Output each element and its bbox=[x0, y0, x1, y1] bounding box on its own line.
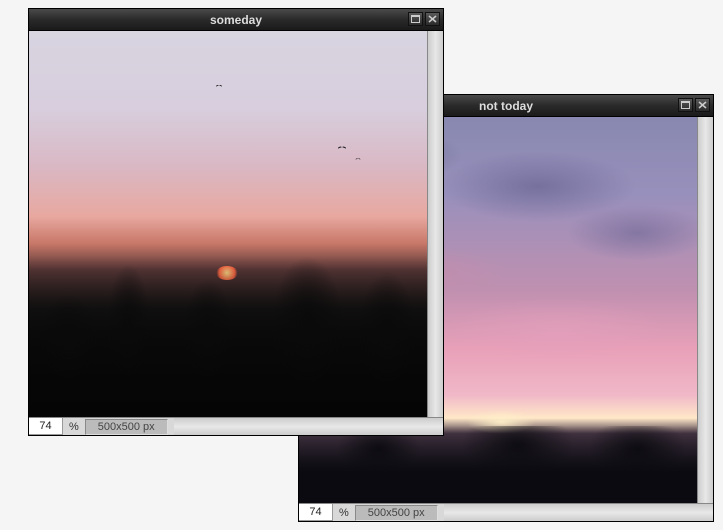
horizontal-scrollbar[interactable] bbox=[174, 418, 443, 435]
zoom-unit: % bbox=[63, 421, 85, 433]
window-controls bbox=[678, 98, 710, 112]
window-someday[interactable]: someday 74 % 500x500 px bbox=[28, 8, 444, 436]
sunset-birds-image bbox=[29, 31, 427, 417]
vertical-scrollbar[interactable] bbox=[697, 117, 713, 503]
zoom-value[interactable]: 74 bbox=[29, 418, 63, 435]
vertical-scrollbar[interactable] bbox=[427, 31, 443, 417]
window-title: someday bbox=[29, 13, 443, 27]
dimensions-label: 500x500 px bbox=[355, 505, 438, 521]
titlebar[interactable]: someday bbox=[29, 9, 443, 31]
maximize-button[interactable] bbox=[408, 12, 423, 26]
maximize-button[interactable] bbox=[678, 98, 693, 112]
statusbar: 74 % 500x500 px bbox=[29, 417, 443, 435]
content-area bbox=[29, 31, 443, 417]
image-canvas[interactable] bbox=[29, 31, 427, 417]
zoom-value[interactable]: 74 bbox=[299, 504, 333, 521]
close-button[interactable] bbox=[425, 12, 440, 26]
statusbar: 74 % 500x500 px bbox=[299, 503, 713, 521]
zoom-unit: % bbox=[333, 507, 355, 519]
window-controls bbox=[408, 12, 440, 26]
close-button[interactable] bbox=[695, 98, 710, 112]
dimensions-label: 500x500 px bbox=[85, 419, 168, 435]
horizontal-scrollbar[interactable] bbox=[444, 504, 713, 521]
